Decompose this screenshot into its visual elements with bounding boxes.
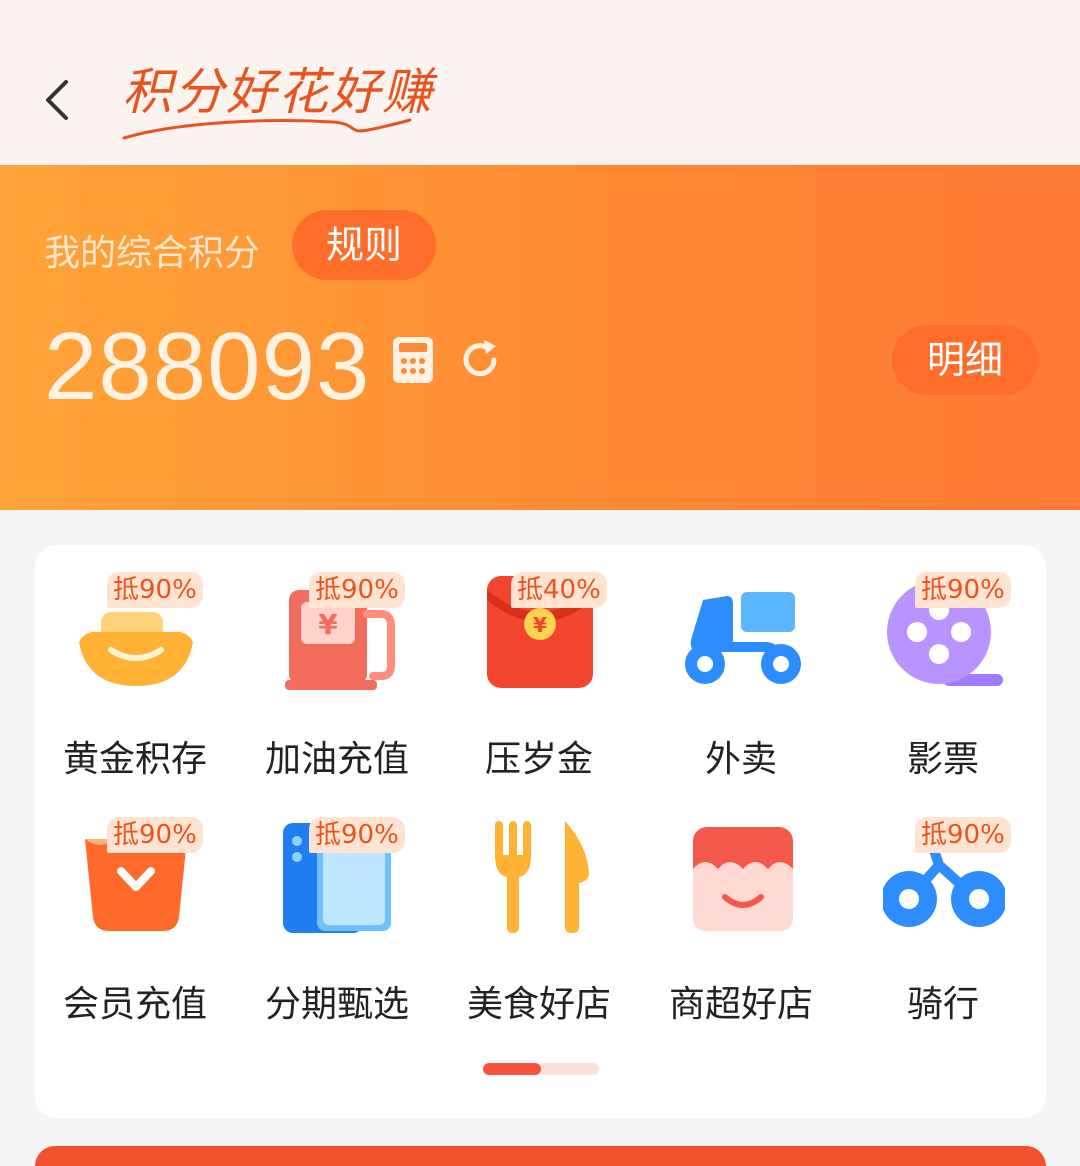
fork-knife-icon bbox=[495, 821, 589, 933]
service-fuel-topup[interactable]: ¥ 抵90% 加油充值 bbox=[237, 545, 437, 780]
service-label: 分期甄选 bbox=[264, 984, 409, 1025]
service-gold-savings[interactable]: 抵90% 黄金积存 bbox=[35, 545, 235, 780]
service-label: 影票 bbox=[906, 739, 979, 780]
refresh-icon[interactable] bbox=[458, 338, 502, 382]
service-label: 美食好店 bbox=[466, 984, 611, 1025]
points-label: 我的综合积分 bbox=[44, 233, 261, 274]
service-label: 骑行 bbox=[906, 984, 979, 1025]
service-membership-topup[interactable]: 抵90% 会员充值 bbox=[35, 790, 235, 1025]
page-indicator-active bbox=[483, 1063, 541, 1075]
scooter-icon bbox=[685, 592, 801, 684]
service-bike-riding[interactable]: 抵90% 骑行 bbox=[843, 790, 1043, 1025]
discount-tag: 抵90% bbox=[915, 817, 1011, 853]
promo-banner[interactable] bbox=[35, 1146, 1046, 1166]
rules-button[interactable]: 规则 bbox=[292, 210, 436, 280]
service-label: 黄金积存 bbox=[62, 739, 207, 780]
discount-tag: 抵90% bbox=[107, 817, 203, 853]
calculator-icon[interactable] bbox=[392, 336, 434, 384]
svg-text:¥: ¥ bbox=[533, 613, 547, 637]
service-label: 压岁金 bbox=[484, 739, 593, 780]
service-label: 商超好店 bbox=[668, 984, 813, 1025]
services-card: 抵90% 黄金积存 ¥ 抵90% 加油充值 ¥ 抵40% 压岁金 外卖 抵90%… bbox=[35, 545, 1046, 1118]
service-supermarket-shops[interactable]: 商超好店 bbox=[641, 790, 841, 1025]
discount-tag: 抵90% bbox=[107, 572, 203, 608]
top-bar: 积分好花好赚 bbox=[0, 0, 1080, 165]
discount-tag: 抵40% bbox=[511, 572, 607, 608]
brand-swash-decoration bbox=[122, 118, 412, 140]
points-value: 288093 bbox=[44, 313, 371, 420]
service-label: 加油充值 bbox=[264, 739, 409, 780]
discount-tag: 抵90% bbox=[309, 817, 405, 853]
discount-tag: 抵90% bbox=[915, 572, 1011, 608]
back-arrow-icon[interactable] bbox=[40, 78, 80, 122]
service-label: 会员充值 bbox=[62, 984, 207, 1025]
page-indicator-inactive bbox=[537, 1063, 599, 1075]
store-icon bbox=[693, 827, 793, 931]
service-new-year-money[interactable]: ¥ 抵40% 压岁金 bbox=[439, 545, 639, 780]
svg-text:¥: ¥ bbox=[318, 608, 338, 641]
service-movie-tickets[interactable]: 抵90% 影票 bbox=[843, 545, 1043, 780]
details-button[interactable]: 明细 bbox=[892, 325, 1038, 395]
service-food-shops[interactable]: 美食好店 bbox=[439, 790, 639, 1025]
page-indicator bbox=[483, 1063, 599, 1075]
discount-tag: 抵90% bbox=[309, 572, 405, 608]
service-takeout[interactable]: 外卖 bbox=[641, 545, 841, 780]
service-label: 外卖 bbox=[704, 739, 777, 780]
service-installment-picks[interactable]: 抵90% 分期甄选 bbox=[237, 790, 437, 1025]
